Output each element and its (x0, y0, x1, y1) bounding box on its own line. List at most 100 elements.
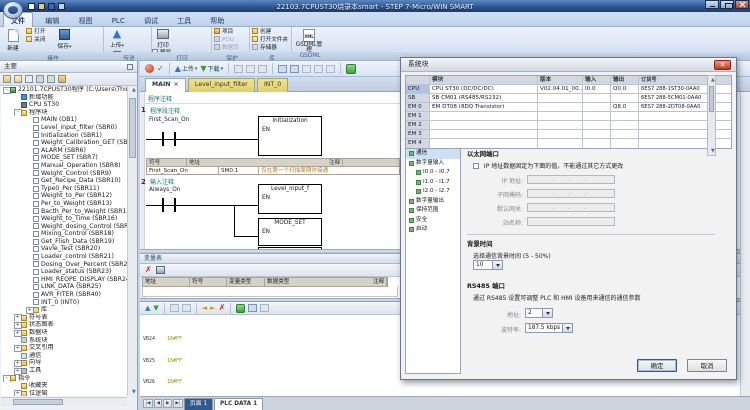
tree-item[interactable]: Weight_to_Time (SBR16) (1, 215, 127, 223)
contact-bar[interactable] (174, 132, 176, 146)
db-undo-icon[interactable]: ◄ (202, 303, 207, 313)
tree-tool-paste-icon[interactable] (47, 75, 55, 83)
dialog-tree-item[interactable]: 启动 (406, 225, 460, 235)
vscroll-thumb[interactable] (129, 98, 136, 158)
data-block-row[interactable]: VB24 16#FF (143, 337, 182, 342)
tab-help[interactable]: 帮助 (203, 13, 231, 28)
tree-item[interactable]: Type0_Per (SBR11) (1, 185, 127, 193)
db-nav-icon[interactable]: |◀ (143, 399, 153, 408)
tree-item[interactable]: LINK_DATA (SBR25) (1, 283, 127, 291)
contact-bar[interactable] (174, 198, 176, 212)
db-nav-icon[interactable]: ▶| (173, 399, 183, 408)
insert-row-icon[interactable] (234, 65, 243, 73)
module-table-row[interactable]: CPU CPU ST30 (DC/DC/DC) V02.04.01_00... … (406, 85, 731, 94)
module-table-row[interactable]: EM 3 (406, 130, 731, 139)
symbol-view-icon[interactable] (314, 65, 323, 73)
dialog-tree-item[interactable]: 数字量输出 (406, 197, 460, 207)
close-button[interactable] (735, 0, 749, 9)
tree-item[interactable]: Dosing_Over_Percent (SBR22) (1, 261, 127, 269)
expander-icon[interactable] (14, 109, 21, 117)
tree-item[interactable]: Loader_control (SBR21) (1, 253, 127, 261)
db-nav-icon[interactable]: ▶ (163, 399, 171, 408)
tree-item[interactable]: 交叉引用 (1, 344, 127, 352)
contact-bar[interactable] (162, 198, 164, 212)
gsdml-manage-button[interactable]: XML GSDML管理 (294, 28, 324, 53)
dialog-title-bar[interactable]: 系统块 ✕ (401, 58, 736, 72)
tree-item[interactable]: Weight_Calibration_GET (SBR2) (1, 139, 127, 147)
expander-icon[interactable] (26, 306, 33, 314)
module-table-row[interactable]: EM 0 EM DT08 (8DQ Transistor) Q8.0 6ES7 … (406, 103, 731, 112)
save-button[interactable]: 保存▾ (54, 28, 74, 50)
new-button[interactable]: 新建 (2, 28, 24, 52)
checkbox-icon[interactable] (473, 163, 479, 169)
db-clear-icon[interactable]: ✗ (219, 304, 226, 312)
module-table-row[interactable]: EM 4 (406, 139, 731, 148)
tree-item[interactable]: 工具 (1, 367, 127, 375)
open-button[interactable]: 打开 (26, 28, 52, 36)
tree-item[interactable]: MAIN (OB1) (1, 116, 127, 124)
tree-item[interactable]: Weight_to_Per (SBR12) (1, 192, 127, 200)
project-protect-button[interactable]: 项目 (214, 28, 248, 36)
tree-item[interactable]: Manual_Operation (SBR8) (1, 162, 127, 170)
collapse-icon[interactable] (3, 86, 10, 94)
upload-button[interactable]: ▲ 上传▾ (106, 28, 128, 49)
project-tree-hscrollbar[interactable] (1, 397, 127, 406)
dialog-tree-item[interactable]: I1.0 - I1.7 (406, 178, 460, 188)
delete-row-icon[interactable] (246, 65, 255, 73)
rs485-baud-select[interactable]: 187.5 kbps (525, 323, 573, 333)
program-comment[interactable]: 程序注释 (148, 94, 172, 103)
address-view-icon[interactable] (302, 65, 311, 73)
tree-item[interactable]: 状态图表 (1, 321, 127, 329)
network1-comment[interactable]: 程序段注释 (150, 106, 180, 115)
tree-item[interactable]: 指令 (1, 375, 127, 383)
download-toolbar-button[interactable]: ▼下载▾ (200, 64, 223, 74)
tree-tool-new-icon[interactable] (14, 75, 22, 83)
variable-header-cell[interactable]: 数据类型 (265, 278, 371, 286)
data-page-protect-button[interactable]: 数据页 (214, 44, 248, 52)
editor-tab-level-input-filter[interactable]: Level_input_filter (188, 78, 255, 92)
open-folder-button[interactable]: 打开文件夹 (252, 36, 290, 44)
scroll-down-icon[interactable]: ▼ (709, 147, 717, 155)
expander-icon[interactable] (14, 321, 21, 329)
tree-item[interactable]: 收藏夹 (1, 382, 127, 390)
close-file-button[interactable]: 关闭 (26, 36, 52, 44)
tree-item[interactable]: Weight_dosing_Control (SBR17) (1, 223, 127, 231)
variable-header-cell[interactable]: 符号 (190, 278, 227, 286)
tab-edit[interactable]: 编辑 (38, 13, 66, 28)
minimize-button[interactable] (705, 0, 719, 9)
print-button[interactable]: 打印 (152, 28, 174, 49)
expander-icon[interactable] (14, 390, 21, 396)
hscroll-thumb[interactable] (13, 399, 63, 405)
scroll-down-icon[interactable]: ▼ (130, 388, 138, 396)
tree-item[interactable]: MODE_SET (SBR7) (1, 154, 127, 162)
db-nav-icon[interactable]: ◀ (154, 399, 162, 408)
expander-icon[interactable] (14, 344, 21, 352)
dialog-close-icon[interactable]: ✕ (714, 60, 731, 70)
module-table-row[interactable]: SB SB CM01 (RS485/RS232) 6ES7 288-5CM01-… (406, 94, 731, 103)
quick-print-icon[interactable] (58, 3, 65, 10)
ip-fixed-checkbox-row[interactable]: IP 地址数据固定为下面的值，不能通过其它方式更改 (473, 161, 623, 170)
data-block-row[interactable]: VB26 16#FF (143, 380, 182, 385)
db-tab-page1[interactable]: 页面 1 (184, 398, 213, 410)
tree-item[interactable]: Vavle_Test (SBR20) (1, 245, 127, 253)
pou-protect-button[interactable]: POU (214, 36, 248, 44)
insert-column-icon[interactable] (258, 65, 267, 73)
expander-icon[interactable] (14, 359, 21, 367)
station-name-field[interactable] (527, 217, 615, 226)
network2-function-block2[interactable]: MODE_SET EN (258, 218, 322, 246)
expander-icon[interactable] (14, 329, 21, 337)
maximize-button[interactable] (720, 0, 734, 9)
tab-debug[interactable]: 调试 (137, 13, 165, 28)
db-redo-icon[interactable]: ► (210, 303, 215, 313)
memory-button[interactable]: 存储器 (252, 44, 290, 52)
tree-tool-up-icon[interactable] (25, 75, 33, 83)
dialog-tree-item[interactable]: I0.0 - I0.7 (406, 168, 460, 178)
data-block-row[interactable]: VB25 16#FF (143, 359, 182, 364)
editor-vscrollbar[interactable] (740, 92, 750, 396)
variable-empty-row[interactable] (142, 287, 398, 297)
goto-bookmark-icon[interactable] (290, 65, 299, 73)
tree-item[interactable]: Initialization (SBR1) (1, 132, 127, 140)
project-tree-root[interactable]: 22101.7CPUST30程序 (C:\Users\ThinkPa (1, 86, 127, 94)
tree-item[interactable]: 位逻辑 (1, 390, 127, 396)
editor-tab-main[interactable]: MAIN× (145, 78, 186, 92)
